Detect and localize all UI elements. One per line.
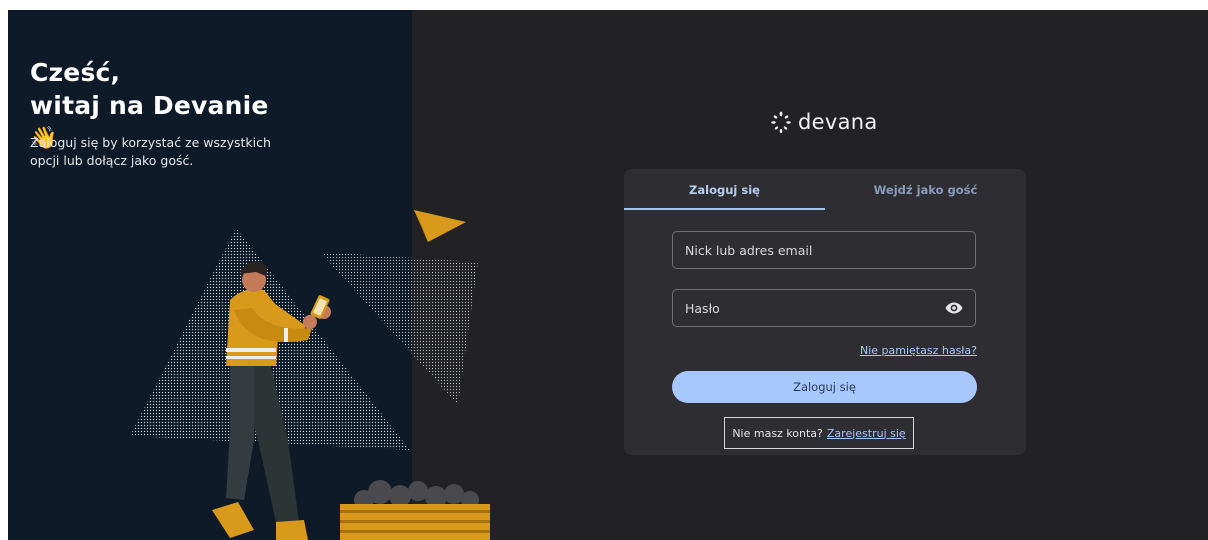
password-placeholder: Hasło <box>685 300 720 316</box>
register-link[interactable]: Zarejestruj się <box>827 427 906 440</box>
password-field[interactable]: Hasło <box>672 289 976 327</box>
login-tabs: Zaloguj się Wejdź jako gość <box>624 169 1026 210</box>
email-placeholder: Nick lub adres email <box>685 242 813 258</box>
welcome-panel: Cześć, witaj na Devanie 👋 Zaloguj się by… <box>8 10 412 540</box>
email-field[interactable]: Nick lub adres email <box>672 231 976 269</box>
login-button[interactable]: Zaloguj się <box>672 371 977 403</box>
eye-icon[interactable] <box>945 302 963 314</box>
devana-logo: devana <box>770 110 878 134</box>
forgot-password-link[interactable]: Nie pamiętasz hasła? <box>860 344 977 357</box>
brand-name: devana <box>798 110 878 134</box>
register-box: Nie masz konta? Zarejestruj się <box>724 417 914 449</box>
tab-login[interactable]: Zaloguj się <box>624 169 825 210</box>
login-card: Zaloguj się Wejdź jako gość Nick lub adr… <box>624 169 1026 455</box>
welcome-subtitle: Zaloguj się by korzystać ze wszystkich o… <box>30 135 271 168</box>
paper-plane-icon <box>414 210 466 242</box>
login-page: Cześć, witaj na Devanie 👋 Zaloguj się by… <box>8 10 1208 540</box>
devana-logo-icon <box>771 111 791 133</box>
welcome-title-line1: Cześć, <box>30 58 121 87</box>
no-account-text: Nie masz konta? <box>732 426 823 440</box>
tab-guest[interactable]: Wejdź jako gość <box>825 169 1026 210</box>
